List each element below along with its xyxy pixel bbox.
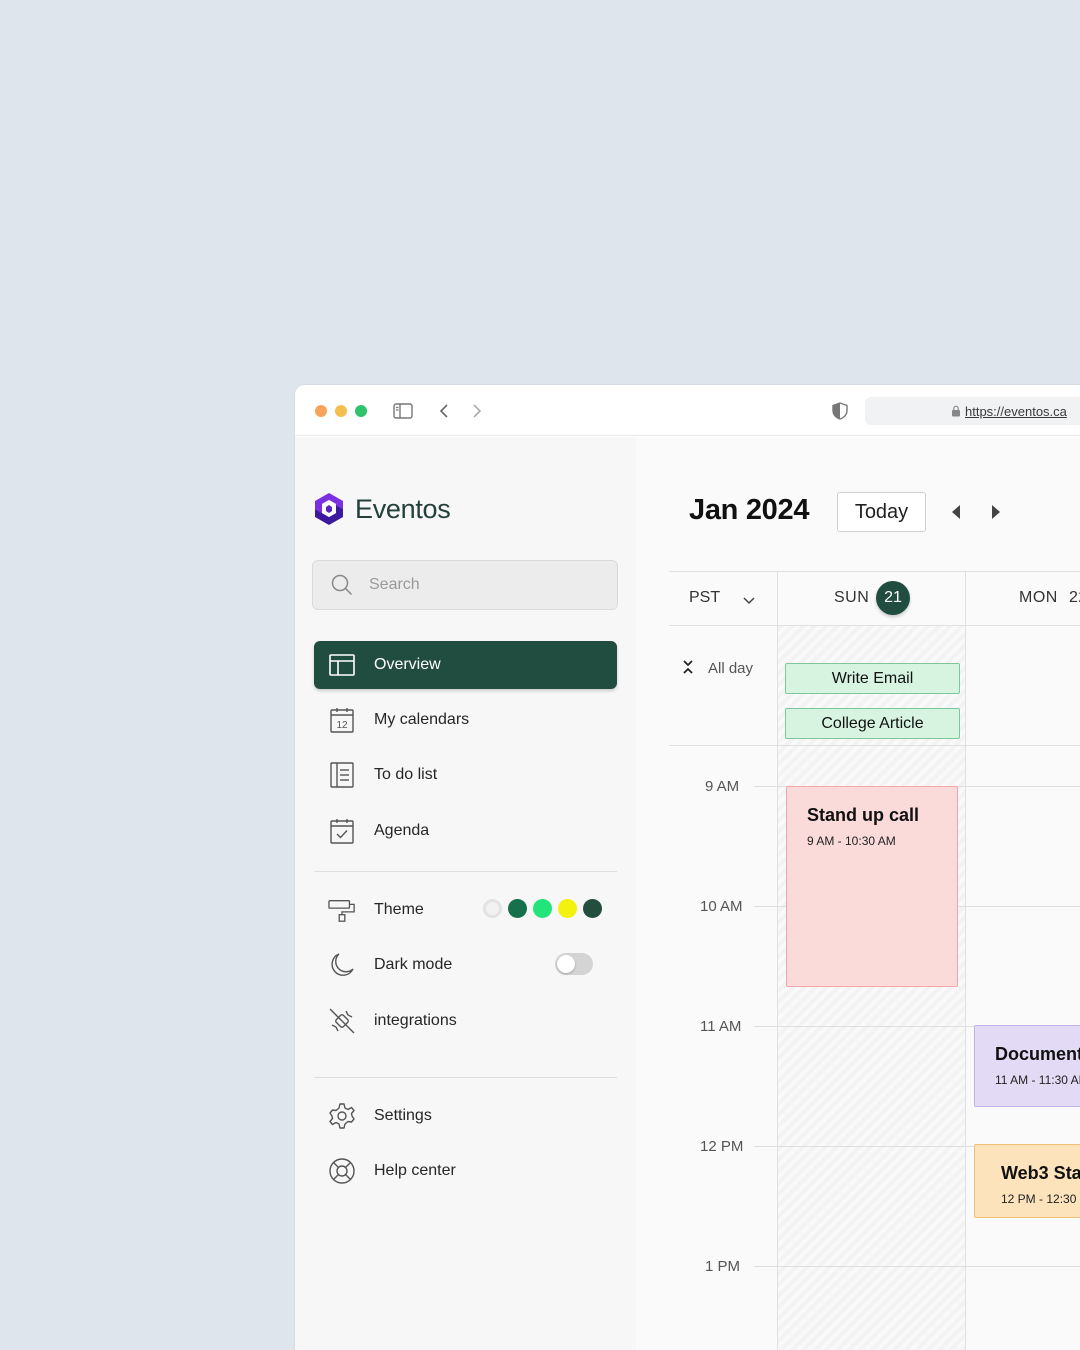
nav-item-my-calendars[interactable]: 12 My calendars bbox=[314, 696, 617, 744]
theme-swatch-yellow[interactable] bbox=[558, 899, 577, 918]
event-time: 12 PM - 12:30 PM bbox=[1001, 1192, 1080, 1206]
today-date-badge[interactable]: 21 bbox=[876, 581, 910, 615]
hour-label: 9 AM bbox=[705, 778, 740, 795]
back-arrow-icon[interactable] bbox=[432, 399, 456, 423]
sidebar-divider bbox=[314, 871, 617, 872]
all-day-event[interactable]: College Article bbox=[785, 708, 960, 739]
grid-top-line bbox=[669, 571, 1080, 572]
theme-swatch-mint[interactable] bbox=[533, 899, 552, 918]
paint-roller-icon bbox=[328, 896, 356, 924]
layout-icon bbox=[328, 651, 356, 679]
nav-item-agenda[interactable]: Agenda bbox=[314, 807, 617, 855]
nav-item-label: To do list bbox=[374, 766, 438, 783]
hour-line bbox=[754, 1266, 1080, 1267]
event-time: 11 AM - 11:30 AM bbox=[995, 1073, 1080, 1087]
zoom-window-button[interactable] bbox=[355, 405, 367, 417]
event-card[interactable]: Web3 Startup 12 PM - 12:30 PM bbox=[974, 1144, 1080, 1218]
nav-item-integrations[interactable]: integrations bbox=[314, 997, 617, 1045]
theme-swatch-green[interactable] bbox=[508, 899, 527, 918]
brand-name: Eventos bbox=[355, 493, 451, 524]
today-button[interactable]: Today bbox=[837, 492, 926, 532]
shield-icon[interactable] bbox=[828, 399, 852, 423]
address-bar[interactable]: https://eventos.ca bbox=[865, 397, 1080, 425]
gear-icon bbox=[328, 1102, 356, 1130]
all-day-event[interactable]: Write Email bbox=[785, 663, 960, 694]
theme-swatch-light[interactable] bbox=[483, 899, 502, 918]
search-icon bbox=[331, 574, 353, 596]
nav-item-label: My calendars bbox=[374, 711, 470, 728]
list-icon bbox=[328, 761, 356, 789]
dark-mode-label: Dark mode bbox=[374, 956, 453, 973]
nav-item-label: Help center bbox=[374, 1162, 456, 1179]
nav-item-label: integrations bbox=[374, 1012, 457, 1029]
event-title: Stand up call bbox=[807, 805, 920, 825]
moon-icon bbox=[328, 951, 356, 979]
next-week-button[interactable] bbox=[988, 503, 1004, 521]
day-number-mon[interactable]: 22 bbox=[1069, 589, 1080, 607]
theme-label: Theme bbox=[374, 901, 424, 918]
day-header-sun: SUN bbox=[834, 589, 870, 606]
previous-week-button[interactable] bbox=[948, 503, 964, 521]
forward-arrow-icon[interactable] bbox=[465, 399, 489, 423]
sidebar: Eventos Search Overview 12 My calendars … bbox=[295, 437, 636, 1350]
toggle-knob bbox=[557, 955, 575, 973]
calendar-12-icon: 12 bbox=[328, 706, 356, 734]
event-title: Web3 Startup bbox=[1001, 1163, 1080, 1183]
nav-item-settings[interactable]: Settings bbox=[314, 1092, 617, 1140]
nav-item-label: Agenda bbox=[374, 822, 430, 839]
eventos-logo-icon bbox=[315, 493, 343, 525]
svg-text:12: 12 bbox=[336, 720, 348, 731]
plug-icon bbox=[328, 1007, 356, 1035]
sidebar-divider bbox=[314, 1077, 617, 1078]
url-text: https://eventos.ca bbox=[965, 403, 1067, 419]
brand[interactable]: Eventos bbox=[313, 492, 451, 526]
browser-window: https://eventos.ca Eventos Search Overvi… bbox=[295, 385, 1080, 1350]
day-header-mon: MON bbox=[1019, 589, 1058, 606]
theme-swatch-dark-green[interactable] bbox=[583, 899, 602, 918]
theme-swatches bbox=[483, 899, 602, 918]
month-title: Jan 2024 bbox=[689, 494, 810, 526]
caret-right-icon bbox=[992, 505, 1000, 519]
event-card[interactable]: Stand up call 9 AM - 10:30 AM bbox=[786, 786, 958, 987]
lock-icon bbox=[952, 405, 960, 417]
dark-mode-toggle[interactable] bbox=[555, 953, 593, 975]
search-input[interactable]: Search bbox=[312, 560, 618, 610]
event-card[interactable]: Documentation 11 AM - 11:30 AM bbox=[974, 1025, 1080, 1107]
calendar-main: Jan 2024 Today PST SUN 21 MON 22 All day… bbox=[636, 437, 1080, 1350]
collapse-icon[interactable] bbox=[682, 659, 694, 680]
close-window-button[interactable] bbox=[315, 405, 327, 417]
chevron-down-icon[interactable] bbox=[743, 592, 755, 610]
lifebuoy-icon bbox=[328, 1157, 356, 1185]
all-day-label: All day bbox=[708, 660, 754, 677]
sidebar-toggle-icon[interactable] bbox=[391, 399, 415, 423]
all-day-line bbox=[669, 745, 1080, 746]
browser-toolbar: https://eventos.ca bbox=[295, 385, 1080, 436]
nav-item-label: Overview bbox=[374, 656, 441, 673]
event-title: Documentation bbox=[995, 1044, 1080, 1064]
minimize-window-button[interactable] bbox=[335, 405, 347, 417]
caret-left-icon bbox=[952, 505, 960, 519]
column-divider bbox=[965, 571, 966, 1350]
nav-item-label: Settings bbox=[374, 1107, 432, 1124]
calendar-check-icon bbox=[328, 817, 356, 845]
hour-label: 1 PM bbox=[705, 1258, 741, 1275]
nav-item-overview[interactable]: Overview bbox=[314, 641, 617, 689]
hour-label: 10 AM bbox=[700, 898, 743, 915]
hour-label: 12 PM bbox=[700, 1138, 744, 1155]
grid-header-line bbox=[669, 625, 1080, 626]
nav-item-help-center[interactable]: Help center bbox=[314, 1147, 617, 1195]
event-time: 9 AM - 10:30 AM bbox=[807, 834, 896, 848]
hour-label: 11 AM bbox=[700, 1018, 742, 1035]
search-placeholder: Search bbox=[369, 576, 420, 593]
column-divider bbox=[777, 571, 778, 1350]
timezone-select[interactable]: PST bbox=[689, 589, 720, 607]
nav-item-to-do-list[interactable]: To do list bbox=[314, 751, 617, 799]
